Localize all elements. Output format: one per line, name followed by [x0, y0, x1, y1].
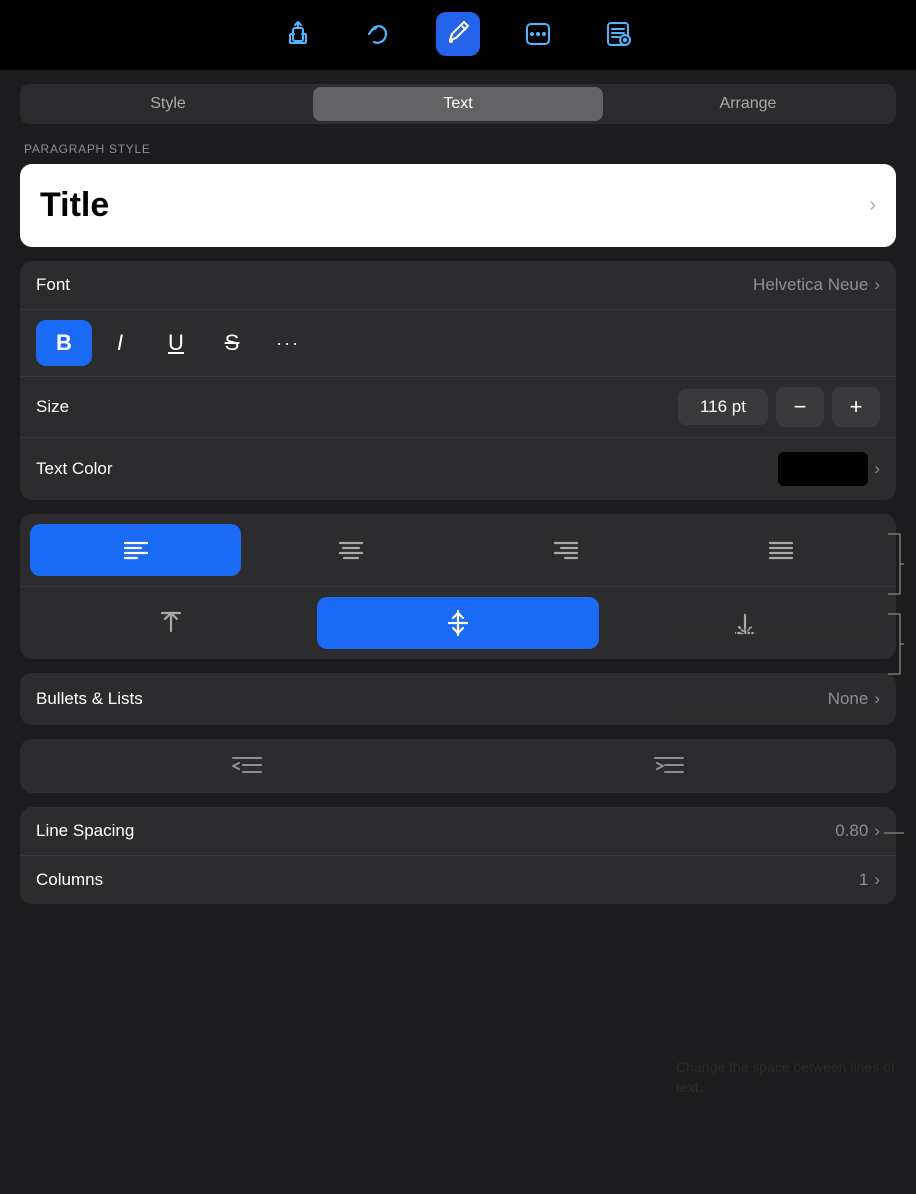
- font-label: Font: [36, 275, 70, 295]
- outdent-button[interactable]: [36, 753, 458, 779]
- font-style-row: B I U S ···: [20, 310, 896, 377]
- bold-button[interactable]: B: [36, 320, 92, 366]
- align-center-button[interactable]: [245, 524, 456, 576]
- line-spacing-value: 0.80: [835, 821, 868, 841]
- paragraph-style-card[interactable]: Title ›: [20, 164, 896, 247]
- align-top-button[interactable]: [30, 597, 313, 649]
- align-justify-button[interactable]: [675, 524, 886, 576]
- text-color-value-container: ›: [778, 452, 880, 486]
- size-label: Size: [36, 397, 69, 417]
- size-increment-button[interactable]: +: [832, 387, 880, 427]
- horizontal-align-row: [20, 514, 896, 587]
- tab-bar: Style Text Arrange: [20, 84, 896, 124]
- tab-arrange[interactable]: Arrange: [603, 87, 893, 121]
- align-left-button[interactable]: [30, 524, 241, 576]
- size-value: 116 pt: [678, 389, 768, 425]
- bullets-label: Bullets & Lists: [36, 689, 143, 709]
- font-value: Helvetica Neue: [753, 275, 868, 295]
- underline-button[interactable]: U: [148, 320, 204, 366]
- annotation-line-spacing-text: Change the space between lines of text.: [676, 1058, 896, 1097]
- size-decrement-button[interactable]: −: [776, 387, 824, 427]
- content-area: PARAGRAPH STYLE Title › Font Helvetica N…: [0, 142, 916, 904]
- tab-style[interactable]: Style: [23, 87, 313, 121]
- markup-icon[interactable]: [436, 12, 480, 56]
- font-value-container: Helvetica Neue ›: [753, 275, 880, 295]
- columns-value-container: 1 ›: [859, 870, 880, 890]
- tab-text[interactable]: Text: [313, 87, 603, 121]
- annotation-vertical-text: Align text vertically in an object.: [676, 700, 896, 720]
- line-spacing-chevron: ›: [874, 821, 880, 841]
- text-color-swatch[interactable]: [778, 452, 868, 486]
- undo-icon[interactable]: [356, 12, 400, 56]
- columns-label: Columns: [36, 870, 103, 890]
- strikethrough-button[interactable]: S: [204, 320, 260, 366]
- line-spacing-annotation-line: [884, 825, 904, 841]
- bottom-settings-section: Line Spacing 0.80 › Columns 1 › Change t…: [20, 807, 896, 904]
- font-chevron: ›: [874, 275, 880, 295]
- size-row: Size 116 pt − +: [20, 377, 896, 438]
- paragraph-style-label: PARAGRAPH STYLE: [24, 142, 896, 156]
- annotation-horizontal-text: Align or justify text horizontally.: [676, 622, 896, 642]
- horizontal-annotation-bracket: [884, 524, 904, 604]
- more-styles-button[interactable]: ···: [260, 320, 316, 366]
- font-row[interactable]: Font Helvetica Neue ›: [20, 261, 896, 310]
- line-spacing-row[interactable]: Line Spacing 0.80 ›: [20, 807, 896, 856]
- more-icon[interactable]: [516, 12, 560, 56]
- text-color-label: Text Color: [36, 459, 113, 479]
- line-spacing-value-container: 0.80 ›: [835, 821, 880, 841]
- paragraph-style-value: Title: [40, 186, 109, 225]
- paragraph-style-chevron: ›: [869, 194, 876, 217]
- document-icon[interactable]: [596, 12, 640, 56]
- toolbar: [0, 0, 916, 70]
- italic-button[interactable]: I: [92, 320, 148, 366]
- vertical-annotation-bracket: [884, 604, 904, 684]
- indent-button[interactable]: [458, 753, 880, 779]
- align-right-button[interactable]: [460, 524, 671, 576]
- text-color-row[interactable]: Text Color ›: [20, 438, 896, 500]
- size-controls: 116 pt − +: [678, 387, 880, 427]
- font-settings-card: Font Helvetica Neue › B I U S ··· Size 1…: [20, 261, 896, 500]
- align-middle-button[interactable]: [317, 597, 600, 649]
- indent-card: [20, 739, 896, 793]
- text-color-chevron: ›: [874, 459, 880, 479]
- line-spacing-label: Line Spacing: [36, 821, 134, 841]
- columns-row[interactable]: Columns 1 ›: [20, 856, 896, 904]
- columns-chevron: ›: [874, 870, 880, 890]
- share-icon[interactable]: [276, 12, 320, 56]
- columns-value: 1: [859, 870, 868, 890]
- bottom-settings-card: Line Spacing 0.80 › Columns 1 ›: [20, 807, 896, 904]
